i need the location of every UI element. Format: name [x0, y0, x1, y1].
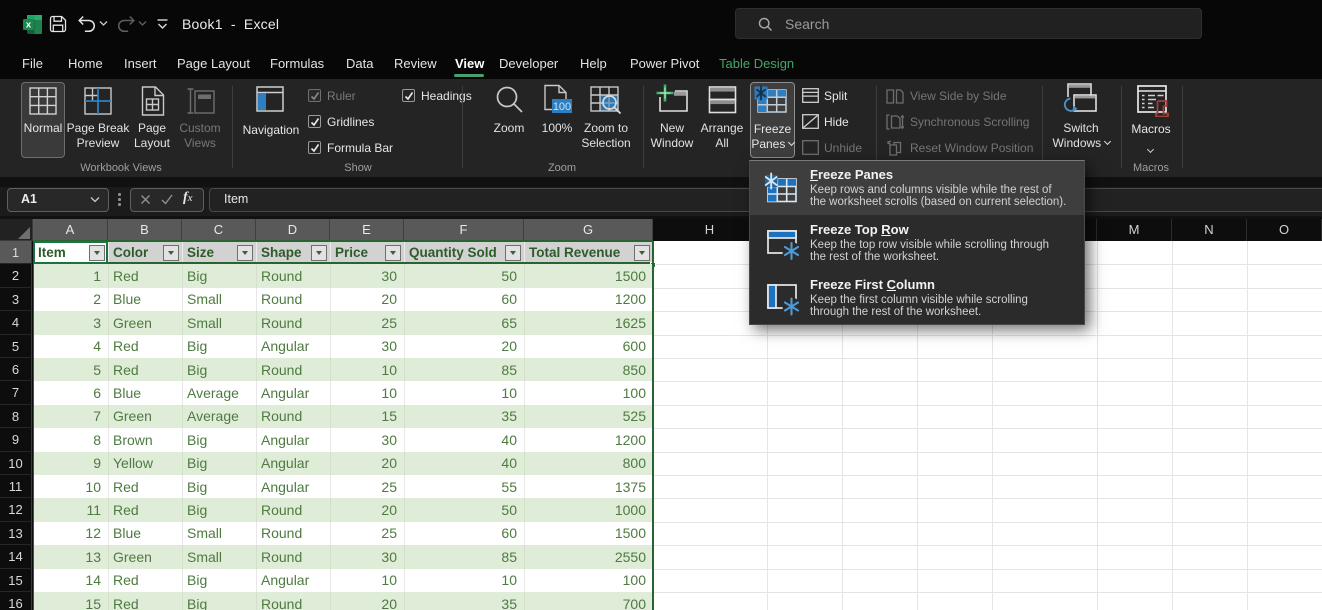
svg-text:100: 100: [553, 101, 571, 113]
svg-text:x: x: [26, 20, 32, 31]
